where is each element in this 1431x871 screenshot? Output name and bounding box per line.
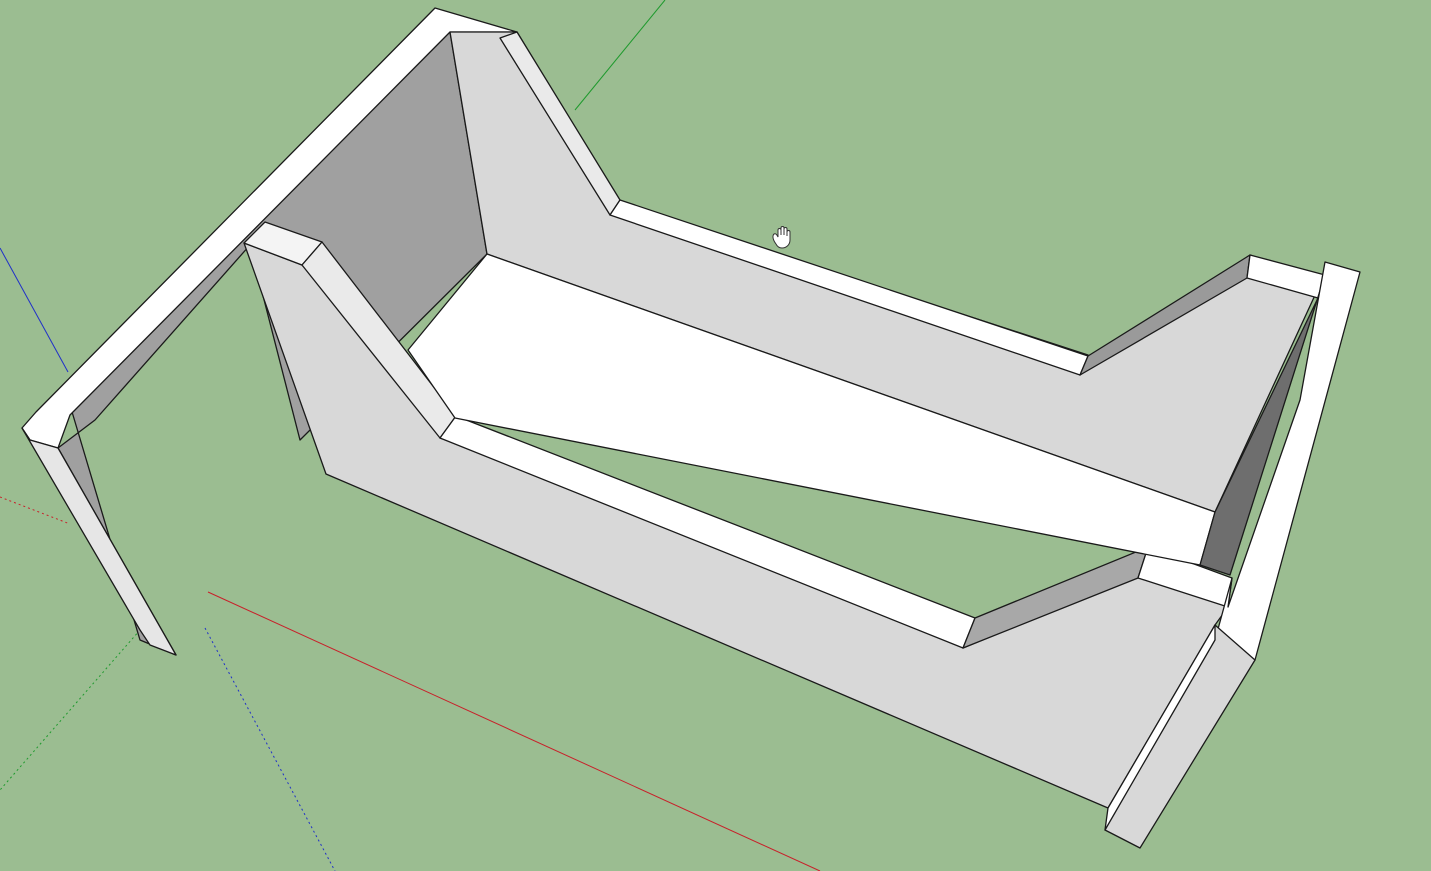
scene-canvas[interactable] — [0, 0, 1431, 871]
green-axis-negative — [0, 629, 141, 791]
blue-axis — [0, 247, 69, 373]
modeling-viewport[interactable] — [0, 0, 1431, 871]
trough-model[interactable] — [21, 7, 1361, 849]
blue-axis-negative — [204, 627, 336, 871]
back-panel-edge[interactable] — [21, 427, 177, 656]
green-axis — [574, 0, 666, 111]
red-axis-negative — [0, 496, 71, 525]
pan-hand-cursor-icon — [772, 226, 791, 249]
